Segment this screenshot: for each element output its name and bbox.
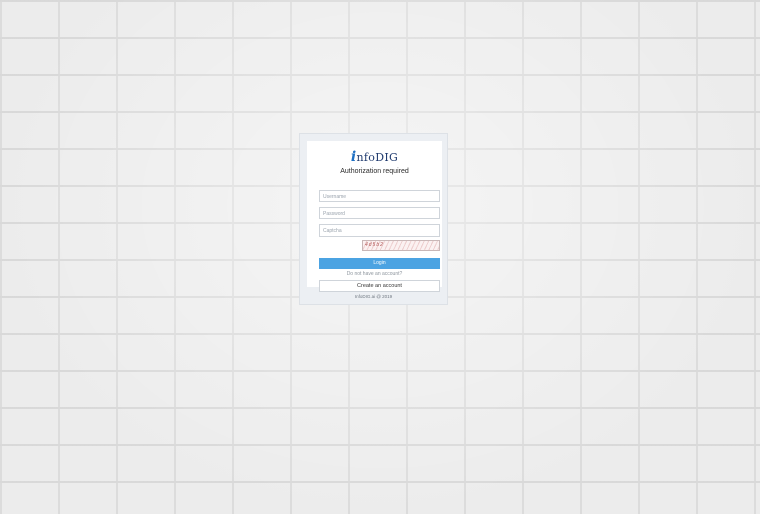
username-placeholder: Username — [323, 194, 347, 200]
password-placeholder: Password — [323, 211, 345, 217]
password-field[interactable]: Password — [319, 207, 440, 219]
login-button[interactable]: Login — [319, 258, 440, 269]
app-logo: infoDIG — [307, 149, 442, 165]
page-title: Authorization required — [340, 168, 409, 175]
no-account-link[interactable]: Do not have an account? — [307, 271, 442, 277]
captcha-image-text: 4d5b2 — [365, 242, 384, 248]
username-field[interactable]: Username — [319, 190, 440, 202]
captcha-image[interactable]: 4d5b2 — [362, 240, 440, 251]
logo-text: nfoDIG — [356, 151, 399, 164]
captcha-placeholder: Captcha — [323, 228, 342, 234]
login-panel: infoDIG Authorization required Username … — [299, 133, 448, 305]
footer-copyright: InfoDIG.ai @ 2019 — [354, 294, 393, 299]
captcha-field[interactable]: Captcha — [319, 224, 440, 237]
create-account-button[interactable]: Create an account — [319, 280, 440, 292]
login-card: infoDIG Authorization required Username … — [307, 141, 442, 292]
